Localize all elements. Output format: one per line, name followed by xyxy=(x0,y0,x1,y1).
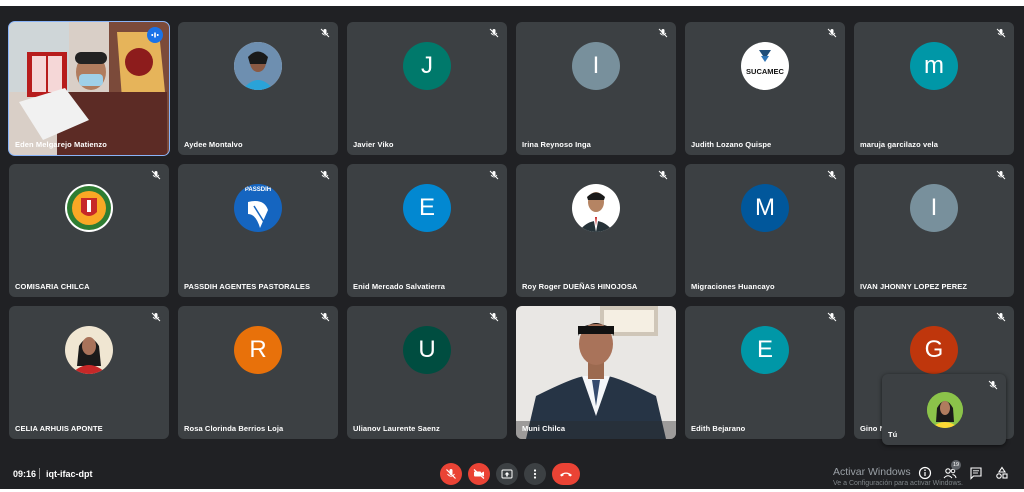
participant-name: Edith Bejarano xyxy=(691,424,746,433)
mic-off-icon xyxy=(996,312,1006,322)
activities-icon[interactable] xyxy=(995,466,1009,480)
mic-off-icon xyxy=(996,28,1006,38)
participant-name: maruja garcilazo vela xyxy=(860,140,938,149)
logo-text: SUCAMEC xyxy=(746,67,784,76)
chat-icon[interactable] xyxy=(969,466,983,480)
mic-off-icon xyxy=(988,380,998,390)
participant-tile[interactable]: PASSDIH PASSDIH AGENTES PASTORALES xyxy=(178,164,338,297)
participant-name: COMISARIA CHILCA xyxy=(15,282,90,291)
participant-count-badge: 19 xyxy=(951,460,961,470)
windows-activation-watermark: Activar Windows xyxy=(833,466,911,478)
participant-initial-avatar: J xyxy=(403,42,451,90)
participant-grid: Eden Melgarejo Matienzo Aydee Montalvo J… xyxy=(8,21,1017,446)
participant-photo xyxy=(572,184,620,232)
participant-tile[interactable]: COMISARIA CHILCA xyxy=(9,164,169,297)
participant-tile-video[interactable]: Eden Melgarejo Matienzo xyxy=(8,21,170,156)
participant-name: Migraciones Huancayo xyxy=(691,282,775,291)
participant-initial-avatar: I xyxy=(572,42,620,90)
leave-call-button[interactable] xyxy=(552,463,580,485)
participant-photo xyxy=(234,42,282,90)
participant-initial-avatar: I xyxy=(910,184,958,232)
mic-off-icon xyxy=(827,170,837,180)
participant-tile[interactable]: m maruja garcilazo vela xyxy=(854,22,1014,155)
mic-off-icon xyxy=(320,28,330,38)
participant-tile[interactable]: Roy Roger DUEÑAS HINOJOSA xyxy=(516,164,676,297)
participant-tile-video[interactable]: Muni Chilca xyxy=(516,306,676,439)
mic-off-icon xyxy=(489,28,499,38)
toggle-camera-button[interactable] xyxy=(468,463,490,485)
participant-tile[interactable]: M Migraciones Huancayo xyxy=(685,164,845,297)
participant-name: Eden Melgarejo Matienzo xyxy=(15,140,107,149)
mic-off-icon xyxy=(827,28,837,38)
meeting-time: 09:16 xyxy=(13,469,37,479)
participant-tile[interactable]: U Ulianov Laurente Saenz xyxy=(347,306,507,439)
police-emblem-icon xyxy=(65,184,113,232)
participant-name: Roy Roger DUEÑAS HINOJOSA xyxy=(522,282,638,291)
mic-off-icon xyxy=(320,170,330,180)
participant-name: CELIA ARHUIS APONTE xyxy=(15,424,103,433)
participant-name: Aydee Montalvo xyxy=(184,140,243,149)
meeting-details-icon[interactable] xyxy=(918,466,932,480)
mic-off-icon xyxy=(489,170,499,180)
participant-initial-avatar: M xyxy=(741,184,789,232)
self-avatar xyxy=(927,392,963,428)
more-options-button[interactable] xyxy=(524,463,546,485)
participant-tile[interactable]: E Enid Mercado Salvatierra xyxy=(347,164,507,297)
participant-tile[interactable]: SUCAMEC Judith Lozano Quispe xyxy=(685,22,845,155)
present-screen-button[interactable] xyxy=(496,463,518,485)
separator xyxy=(39,468,40,479)
participant-tile[interactable]: E Edith Bejarano xyxy=(685,306,845,439)
mic-off-icon xyxy=(151,170,161,180)
present-icon xyxy=(501,469,513,479)
participant-initial-avatar: E xyxy=(741,326,789,374)
participant-name: PASSDIH AGENTES PASTORALES xyxy=(184,282,311,291)
mic-off-icon xyxy=(320,312,330,322)
participant-tile[interactable]: R Rosa Clorinda Berrios Loja xyxy=(178,306,338,439)
mic-off-icon xyxy=(489,312,499,322)
participant-name: Judith Lozano Quispe xyxy=(691,140,772,149)
participant-name: Irina Reynoso Inga xyxy=(522,140,591,149)
mic-off-icon xyxy=(151,312,161,322)
participant-tile[interactable]: I Irina Reynoso Inga xyxy=(516,22,676,155)
sucamec-logo-mark xyxy=(759,50,771,62)
windows-activation-watermark-subtext: Ve a Configuración para activar Windows. xyxy=(833,480,963,487)
participant-video xyxy=(516,306,676,439)
more-vert-icon xyxy=(533,469,537,479)
participant-name: Enid Mercado Salvatierra xyxy=(353,282,446,291)
participant-tile[interactable]: CELIA ARHUIS APONTE xyxy=(9,306,169,439)
participant-initial-avatar: R xyxy=(234,326,282,374)
participant-initial-avatar: m xyxy=(910,42,958,90)
participant-photo xyxy=(65,326,113,374)
participant-initial-avatar: E xyxy=(403,184,451,232)
participant-name: IVAN JHONNY LOPEZ PEREZ xyxy=(860,282,968,291)
meeting-stage: Eden Melgarejo Matienzo Aydee Montalvo J… xyxy=(0,6,1024,489)
passdih-logo: PASSDIH xyxy=(234,184,282,232)
self-view-label: Tú xyxy=(888,430,898,439)
participant-initial-avatar: U xyxy=(403,326,451,374)
participant-video xyxy=(9,22,169,155)
participant-initial-avatar: G xyxy=(910,326,958,374)
sucamec-logo: SUCAMEC xyxy=(741,42,789,90)
hang-up-icon xyxy=(560,472,572,477)
participant-name: Javier Viko xyxy=(353,140,394,149)
toggle-microphone-button[interactable] xyxy=(440,463,462,485)
speaking-indicator-icon xyxy=(147,27,163,43)
participant-tile[interactable]: I IVAN JHONNY LOPEZ PEREZ xyxy=(854,164,1014,297)
mic-off-icon xyxy=(658,28,668,38)
participant-name: Ulianov Laurente Saenz xyxy=(353,424,440,433)
participant-name: Rosa Clorinda Berrios Loja xyxy=(184,424,284,433)
mic-off-icon xyxy=(658,170,668,180)
mic-off-icon xyxy=(827,312,837,322)
camera-off-icon xyxy=(473,469,485,479)
participant-tile[interactable]: J Javier Viko xyxy=(347,22,507,155)
mic-off-icon xyxy=(996,170,1006,180)
participant-name: Muni Chilca xyxy=(522,424,566,433)
mic-off-icon xyxy=(446,469,456,479)
logo-text: PASSDIH xyxy=(244,187,272,193)
meeting-code: iqt-ifac-dpt xyxy=(46,469,93,479)
participant-tile[interactable]: Aydee Montalvo xyxy=(178,22,338,155)
self-view-tile[interactable]: Tú xyxy=(882,374,1006,445)
